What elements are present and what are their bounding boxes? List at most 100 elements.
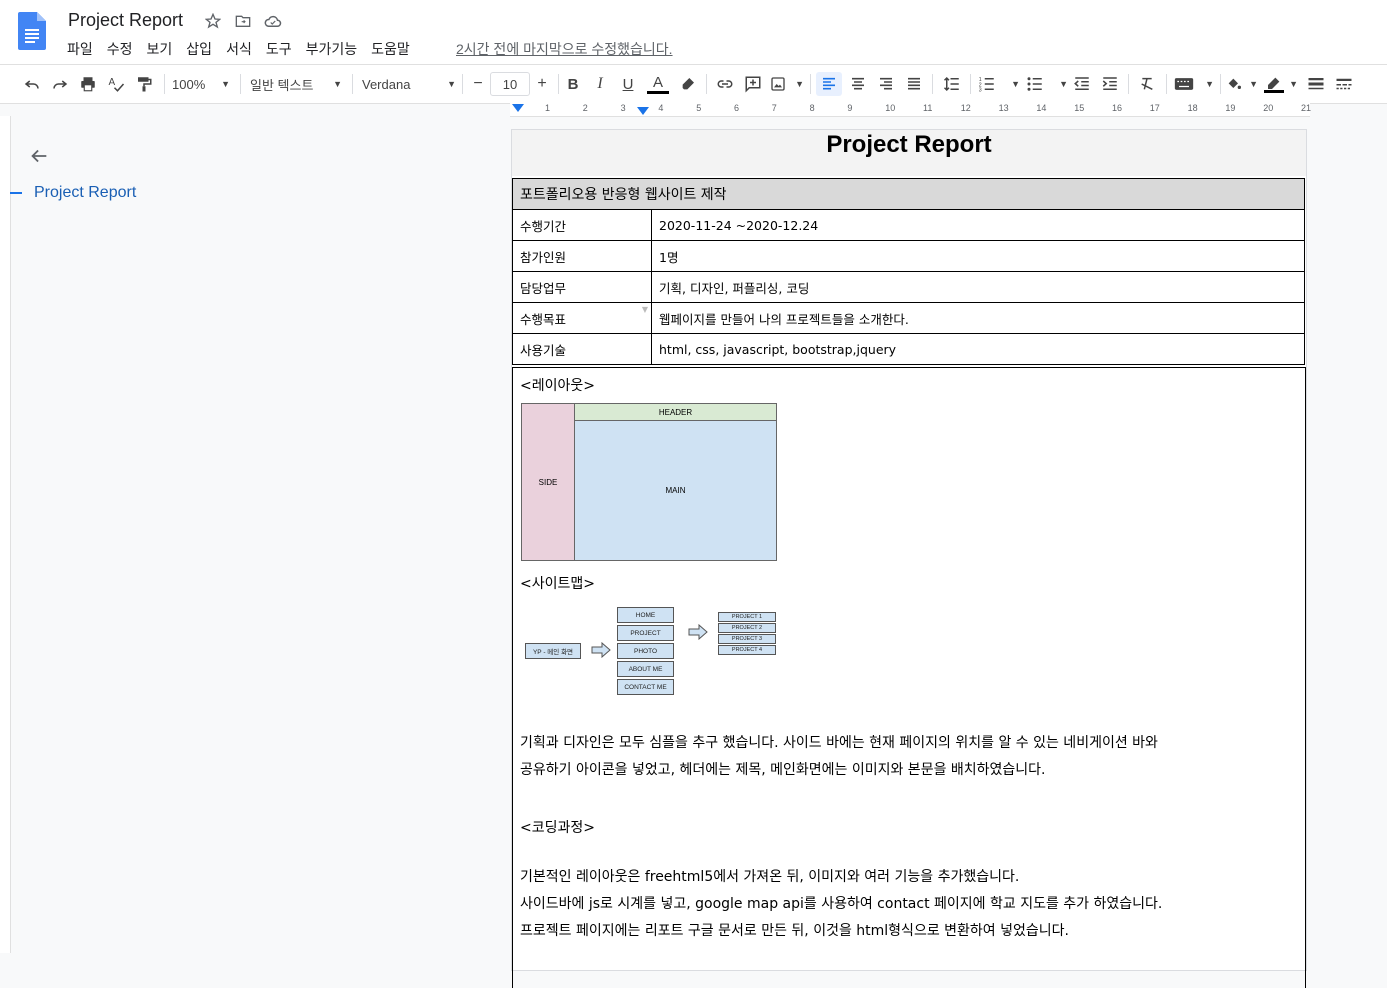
project-info-table: 포트폴리오용 반응형 웹사이트 제작 수행기간 2020-11-24 ~2020-… xyxy=(512,178,1305,365)
row-value[interactable]: html, css, javascript, bootstrap,jquery xyxy=(651,333,1305,365)
sitemap-project-box: PROJECT 3 xyxy=(718,634,776,644)
docs-logo-icon[interactable] xyxy=(18,12,46,50)
spellcheck-icon[interactable]: A xyxy=(104,72,128,96)
row-value[interactable]: 2020-11-24 ~2020-12.24 xyxy=(651,209,1305,241)
decrease-indent-icon[interactable] xyxy=(1070,72,1094,96)
bold-icon[interactable]: B xyxy=(564,72,582,96)
ruler-mark: 11 xyxy=(923,103,933,113)
ruler-mark: 9 xyxy=(847,103,853,113)
align-right-icon[interactable] xyxy=(874,72,898,96)
sitemap-page-box: CONTACT ME xyxy=(617,679,674,695)
row-label[interactable]: 참가인원 xyxy=(512,240,652,272)
align-center-icon[interactable] xyxy=(846,72,870,96)
coding-heading: <코딩과정> xyxy=(520,820,595,836)
decrease-font-size-button[interactable]: − xyxy=(468,72,488,96)
ruler-mark: 4 xyxy=(658,103,664,113)
input-tools-icon[interactable]: ▼ xyxy=(1174,72,1214,96)
menu-file[interactable]: 파일 xyxy=(67,39,93,59)
row-value[interactable]: 웹페이지를 만들어 나의 프로젝트들을 소개한다. xyxy=(651,302,1305,334)
title-bar: Project Report 파일 수정 보기 삽입 서식 도구 부가기능 도움… xyxy=(0,0,1387,64)
menu-help[interactable]: 도움말 xyxy=(371,39,410,59)
cell-menu-chevron-icon[interactable]: ▼ xyxy=(642,305,648,314)
ruler-mark: 21 xyxy=(1301,103,1312,113)
clear-formatting-icon[interactable] xyxy=(1136,72,1158,96)
increase-font-size-button[interactable]: + xyxy=(532,72,552,96)
row-label[interactable]: 담당업무 xyxy=(512,271,652,303)
row-label[interactable]: 수행목표 ▼ xyxy=(512,302,652,334)
row-label-text: 수행목표 xyxy=(520,311,567,327)
bulleted-list-icon[interactable]: ▼ xyxy=(1026,72,1068,96)
print-icon[interactable] xyxy=(76,72,100,96)
insert-image-icon[interactable]: ▼ xyxy=(770,72,804,96)
content-cell[interactable]: <레이아웃> SIDE HEADER MAIN <사이트맵> YP - 메인 화… xyxy=(512,367,1306,988)
menu-format[interactable]: 서식 xyxy=(226,39,252,59)
ruler-mark: 19 xyxy=(1225,103,1236,113)
back-arrow-icon[interactable] xyxy=(28,145,50,167)
ruler-mark: 7 xyxy=(771,103,777,113)
undo-icon[interactable] xyxy=(20,72,44,96)
layout-header-block: HEADER xyxy=(575,404,776,421)
menu-view[interactable]: 보기 xyxy=(147,39,173,59)
layout-diagram[interactable]: SIDE HEADER MAIN xyxy=(521,403,777,561)
insert-comment-icon[interactable] xyxy=(742,72,764,96)
redo-icon[interactable] xyxy=(48,72,72,96)
paint-format-icon[interactable] xyxy=(132,72,156,96)
title-band: Project Report xyxy=(512,130,1306,176)
highlight-color-icon[interactable] xyxy=(678,72,698,96)
vertical-ruler[interactable] xyxy=(0,116,11,953)
table-header-cell[interactable]: 포트폴리오용 반응형 웹사이트 제작 xyxy=(512,178,1305,210)
sitemap-page-box: HOME xyxy=(617,607,674,623)
row-label[interactable]: 수행기간 xyxy=(512,209,652,241)
align-left-icon[interactable] xyxy=(816,72,842,96)
numbered-list-icon[interactable]: 1 2 3 ▼ xyxy=(978,72,1020,96)
justify-icon[interactable] xyxy=(902,72,926,96)
italic-icon[interactable]: I xyxy=(591,72,609,96)
layout-side-block: SIDE xyxy=(522,404,575,560)
table-row: 참가인원 1명 xyxy=(512,240,1305,272)
table-row: 담당업무 기획, 디자인, 퍼플리싱, 코딩 xyxy=(512,271,1305,303)
ruler-mark: 10 xyxy=(885,103,896,113)
horizontal-ruler[interactable]: 1 2 3 4 5 6 7 8 9 10 11 12 13 14 15 16 17 18 19 20 21 xyxy=(510,102,1312,117)
tab-stop-marker-icon[interactable] xyxy=(637,107,649,115)
outline-item-project-report[interactable]: Project Report xyxy=(34,184,136,202)
menu-addons[interactable]: 부가기능 xyxy=(306,39,358,59)
indent-marker-icon[interactable] xyxy=(512,104,524,112)
row-value[interactable]: 1명 xyxy=(651,240,1305,272)
last-edit-link[interactable]: 2시간 전에 마지막으로 수정했습니다. xyxy=(456,39,673,59)
ruler-mark: 8 xyxy=(809,103,815,113)
font-value: Verdana xyxy=(362,76,411,92)
menu-tools[interactable]: 도구 xyxy=(266,39,292,59)
border-width-icon[interactable] xyxy=(1304,72,1328,96)
text-color-icon[interactable]: A xyxy=(646,72,670,96)
table-row: 수행기간 2020-11-24 ~2020-12.24 xyxy=(512,209,1305,241)
sitemap-root-box: YP - 메인 화면 xyxy=(525,643,581,659)
font-size-input[interactable]: 10 xyxy=(490,72,530,96)
underline-icon[interactable]: U xyxy=(619,72,637,96)
ruler-mark: 12 xyxy=(960,103,971,113)
insert-link-icon[interactable] xyxy=(714,72,736,96)
paragraph-line: 기획과 디자인은 모두 심플을 추구 했습니다. 사이드 바에는 현재 페이지의… xyxy=(520,735,1158,751)
star-icon[interactable] xyxy=(204,12,222,30)
move-folder-icon[interactable] xyxy=(234,12,252,30)
page-title: Project Report xyxy=(826,131,992,158)
background-color-icon[interactable]: ▼ xyxy=(1226,72,1258,96)
row-value[interactable]: 기획, 디자인, 퍼플리싱, 코딩 xyxy=(651,271,1305,303)
svg-text:A: A xyxy=(109,77,116,88)
paragraph-line: 프로젝트 페이지에는 리포트 구글 문서로 만든 뒤, 이것을 html형식으로… xyxy=(520,923,1069,939)
border-color-icon[interactable]: ▼ xyxy=(1264,72,1298,96)
line-spacing-icon[interactable] xyxy=(940,72,964,96)
font-select[interactable]: Verdana ▼ xyxy=(362,72,456,96)
menu-edit[interactable]: 수정 xyxy=(107,39,133,59)
row-label[interactable]: 사용기술 xyxy=(512,333,652,365)
cloud-status-icon[interactable] xyxy=(264,12,282,30)
sitemap-diagram[interactable]: YP - 메인 화면 HOME PROJECT PHOTO ABOUT ME C… xyxy=(513,598,793,698)
paragraph-style-select[interactable]: 일반 텍스트 ▼ xyxy=(250,72,342,96)
zoom-select[interactable]: 100% ▼ xyxy=(172,72,230,96)
menu-insert[interactable]: 삽입 xyxy=(186,39,212,59)
document-title[interactable]: Project Report xyxy=(68,10,183,31)
increase-indent-icon[interactable] xyxy=(1098,72,1122,96)
border-dash-icon[interactable] xyxy=(1332,72,1356,96)
ruler-mark: 15 xyxy=(1074,103,1085,113)
document-page[interactable]: Project Report 포트폴리오용 반응형 웹사이트 제작 수행기간 20… xyxy=(512,130,1306,988)
table-row: 사용기술 html, css, javascript, bootstrap,jqu… xyxy=(512,333,1305,365)
